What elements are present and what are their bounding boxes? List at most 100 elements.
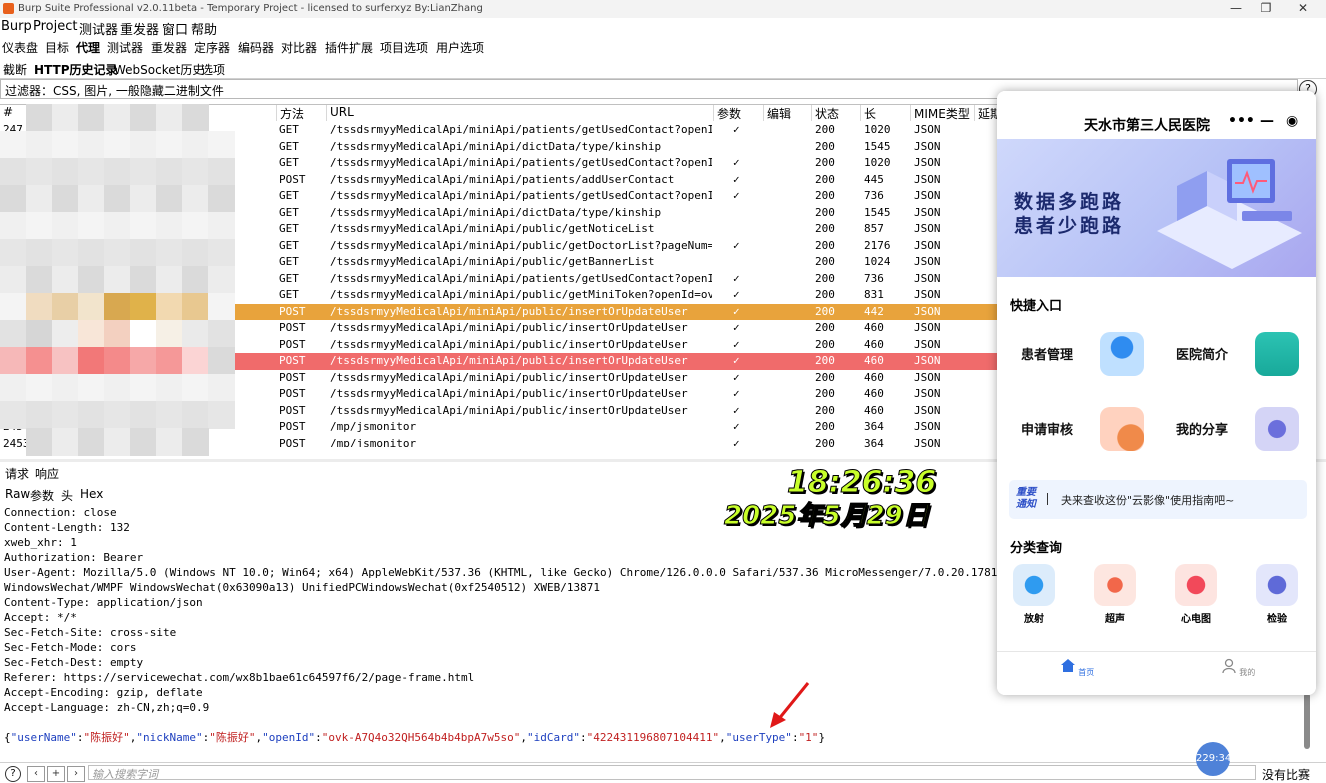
cell-method: POST <box>279 387 306 400</box>
tab-response[interactable]: 响应 <box>35 465 59 482</box>
editor-scrollbar[interactable] <box>1304 693 1310 749</box>
mosaic-block <box>104 320 131 348</box>
menu-window[interactable]: 窗口 <box>162 19 188 38</box>
next-icon[interactable]: › <box>67 766 85 782</box>
category-ecg[interactable]: 心电图 <box>1167 564 1225 625</box>
quick-card-hospital-intro[interactable]: 医院简介 <box>1163 322 1309 385</box>
mosaic-block <box>78 428 105 456</box>
patient-icon <box>1100 332 1144 376</box>
menu-repeater[interactable]: 重发器 <box>120 19 159 38</box>
col-header-mime[interactable]: MIME类型 <box>911 105 975 121</box>
col-header-edited[interactable]: 编辑 <box>764 105 812 121</box>
menu-burp[interactable]: Burp <box>1 19 32 34</box>
tab-http-history[interactable]: HTTP历史记录 <box>34 61 118 78</box>
tab-repeater[interactable]: 重发器 <box>151 39 187 56</box>
json-key: "userName" <box>10 731 77 744</box>
cell-method: GET <box>279 123 299 136</box>
prev-icon[interactable]: ‹ <box>27 766 45 782</box>
tab-request[interactable]: 请求 <box>5 465 29 482</box>
cell-method: GET <box>279 255 299 268</box>
cell-method: GET <box>279 271 299 285</box>
mosaic-block <box>130 212 157 240</box>
tab-proxy[interactable]: 代理 <box>76 39 100 56</box>
cell-params: ✓ <box>733 436 740 448</box>
hero-banner[interactable]: 数据多跑路 患者少跑路 <box>997 139 1316 277</box>
category-ultrasound[interactable]: 超声 <box>1086 564 1144 625</box>
nav-home[interactable]: 首页 <box>1057 658 1097 678</box>
cell-method: POST <box>279 304 306 318</box>
json-brace: } <box>818 731 826 744</box>
minimize-button[interactable]: — <box>1221 1 1251 15</box>
annotation-arrow-icon <box>770 682 810 728</box>
cell-mime: JSON <box>914 370 941 384</box>
cell-status: 200 <box>815 403 835 417</box>
category-radiology[interactable]: 放射 <box>1005 564 1063 625</box>
cell-len: 460 <box>864 337 884 351</box>
cell-method: GET <box>279 205 299 219</box>
tab-websocket-history[interactable]: WebSocket历史 <box>114 61 204 78</box>
search-input[interactable]: 输入搜索字词 <box>88 765 1256 781</box>
close-circle-icon[interactable]: ◉ <box>1286 113 1298 129</box>
cell-status: 200 <box>815 370 835 384</box>
col-header-params[interactable]: 参数 <box>714 105 764 121</box>
mosaic-block <box>156 131 183 159</box>
cell-mime: JSON <box>914 403 941 417</box>
tab-raw[interactable]: Raw <box>5 487 30 501</box>
nav-profile[interactable]: 我的 <box>1218 658 1258 678</box>
mosaic-block <box>52 428 79 456</box>
cell-params: ✓ <box>733 354 740 367</box>
minimize-icon[interactable]: — <box>1260 113 1274 129</box>
tab-intruder[interactable]: 测试器 <box>107 39 143 56</box>
menu-intruder[interactable]: 测试器 <box>79 19 118 38</box>
tab-sequencer[interactable]: 定序器 <box>194 39 230 56</box>
tab-dashboard[interactable]: 仪表盘 <box>2 39 38 56</box>
tab-decoder[interactable]: 编码器 <box>238 39 274 56</box>
tab-headers[interactable]: 头 <box>61 487 73 504</box>
mosaic-block <box>208 158 235 186</box>
menu-help[interactable]: 帮助 <box>191 19 217 38</box>
mosaic-block <box>52 104 79 132</box>
cell-len: 460 <box>864 321 884 334</box>
close-button[interactable]: ✕ <box>1288 1 1318 15</box>
tab-project-options[interactable]: 项目选项 <box>380 39 428 56</box>
quick-card-patient-management[interactable]: 患者管理 <box>1008 322 1154 385</box>
tab-hex[interactable]: Hex <box>80 487 103 501</box>
tab-target[interactable]: 目标 <box>45 39 69 56</box>
tab-intercept[interactable]: 截断 <box>3 61 27 78</box>
more-icon[interactable]: ••• <box>1228 113 1255 129</box>
mosaic-block <box>52 347 79 375</box>
maximize-button[interactable]: ❐ <box>1251 1 1281 15</box>
request-editor[interactable]: Connection: close Content-Length: 132 xw… <box>4 505 1064 715</box>
json-value: "422431196807104411" <box>586 731 720 744</box>
mosaic-block <box>0 374 27 402</box>
mosaic-block <box>208 293 235 321</box>
cell-len: 2176 <box>864 238 891 252</box>
menu-project[interactable]: Project <box>33 19 77 34</box>
cell-url: /tssdsrmyyMedicalApi/miniApi/public/getM… <box>330 288 712 301</box>
tab-comparer[interactable]: 对比器 <box>281 39 317 56</box>
cell-url: /tssdsrmyyMedicalApi/miniApi/dictData/ty… <box>330 205 662 219</box>
col-header-method[interactable]: 方法 <box>277 105 327 121</box>
tab-user-options[interactable]: 用户选项 <box>436 39 484 56</box>
notice-banner[interactable]: 重要通知 夬来查收这份"云影像"使用指南吧~ <box>1009 480 1307 519</box>
col-header-length[interactable]: 长 <box>861 105 911 121</box>
mosaic-block <box>208 212 235 240</box>
cell-url: /tssdsrmyyMedicalApi/miniApi/patients/ad… <box>330 172 675 186</box>
cell-mime: JSON <box>914 123 941 136</box>
col-header-url[interactable]: URL <box>327 105 714 121</box>
cell-len: 1545 <box>864 139 891 153</box>
quick-card-application-review[interactable]: 申请审核 <box>1008 397 1154 460</box>
floating-timer-badge[interactable]: 229:34 <box>1196 742 1231 776</box>
quick-card-my-share[interactable]: 我的分享 <box>1163 397 1309 460</box>
hospital-title: 天水市第三人民医院 <box>1084 118 1210 134</box>
tab-options[interactable]: 选项 <box>201 61 225 78</box>
mosaic-block <box>26 374 53 402</box>
add-icon[interactable]: + <box>47 766 65 782</box>
burp-logo-icon <box>3 3 14 14</box>
tab-extender[interactable]: 插件扩展 <box>325 39 373 56</box>
category-lab-test[interactable]: 检验 <box>1248 564 1306 625</box>
help-icon[interactable]: ? <box>5 766 21 782</box>
col-header-status[interactable]: 状态 <box>812 105 861 121</box>
tab-params[interactable]: 参数 <box>30 487 54 504</box>
overlay-date: 2025年5月29日 <box>724 501 930 532</box>
